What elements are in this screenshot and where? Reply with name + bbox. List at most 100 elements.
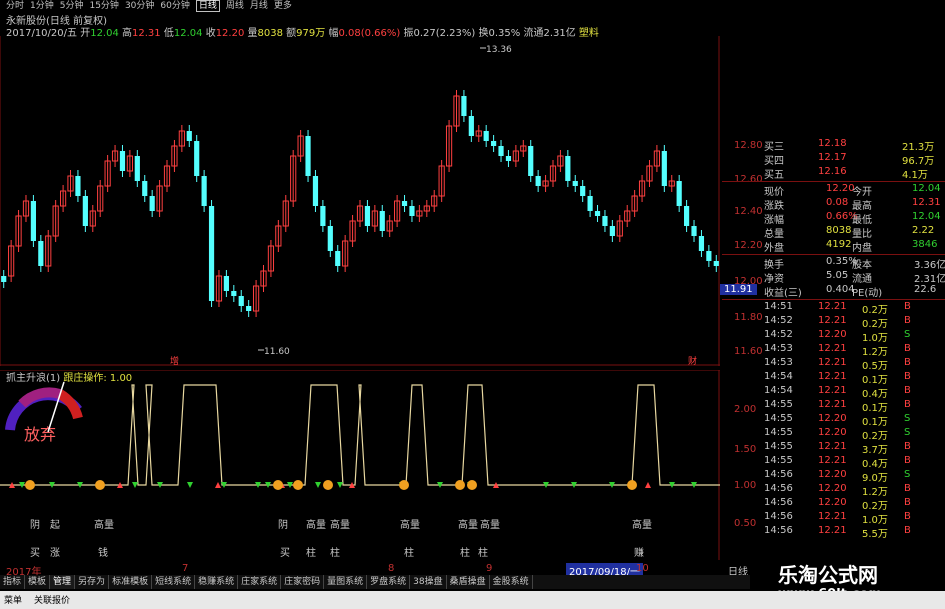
period-tab-9[interactable]: 更多	[274, 0, 292, 12]
candle-body	[684, 206, 690, 226]
tick-price: 12.21	[818, 525, 847, 536]
smiley-icon	[627, 480, 637, 490]
period-tab-2[interactable]: 5分钟	[60, 0, 84, 12]
period-tab-0[interactable]: 分时	[6, 0, 24, 12]
period-tab-4[interactable]: 30分钟	[125, 0, 154, 12]
period-tab-6[interactable]: 日线	[195, 0, 220, 12]
bottom-tab-1[interactable]: 模板	[25, 575, 51, 589]
bottom-tab-10[interactable]: 罗盘系统	[367, 575, 411, 589]
bottom-tab-9[interactable]: 量图系统	[324, 575, 368, 589]
stat-value-2: 2.22	[912, 225, 935, 236]
period-tab-8[interactable]: 月线	[250, 0, 268, 12]
period-tab-7[interactable]: 周线	[226, 0, 244, 12]
status-sub[interactable]: 关联报价	[34, 593, 70, 606]
bottom-tab-2[interactable]: 管理	[50, 575, 76, 589]
bottom-tab-bar: 指标 模板 管理 另存为 标准模板 短线系统 稳赚系统 庄家系统 庄家密码 量图系统 罗盘系统 38操…	[0, 575, 750, 589]
bottom-tab-3[interactable]: 另存为	[75, 575, 110, 589]
stat2-label-2: PE(动)	[852, 288, 883, 299]
tick-price: 12.20	[818, 427, 847, 438]
stat2-label: 换手	[764, 260, 784, 271]
smiley-icon	[323, 480, 333, 490]
candle-body	[483, 131, 489, 141]
bottom-tab-12[interactable]: 桑盾操盘	[447, 575, 490, 589]
anno-5: 高量	[330, 520, 350, 531]
candle-body	[194, 141, 200, 176]
anno-7: 高量	[458, 520, 478, 531]
candle-body	[401, 201, 408, 206]
stat-label-2: 最高	[852, 201, 872, 212]
zeng-marker: 增	[170, 355, 179, 366]
tick-row: 14:56 12.20 9.0万 S	[722, 469, 945, 484]
candle-body	[379, 211, 385, 231]
bottom-label-1: 涨	[50, 548, 60, 559]
status-menu[interactable]: 菜单	[4, 593, 22, 606]
ask-price: 12.18	[818, 138, 847, 149]
bottom-label-5: 柱	[330, 548, 340, 559]
candle-body	[305, 136, 311, 176]
ask-label: 买四	[764, 156, 784, 167]
tick-side: B	[904, 399, 911, 410]
stat-value: 0.08	[826, 197, 849, 208]
tick-price: 12.20	[818, 413, 847, 424]
stat-value-2: 3846	[912, 239, 938, 250]
candle-body	[312, 176, 319, 206]
period-tab-1[interactable]: 1分钟	[30, 0, 54, 12]
bottom-tab-6[interactable]: 稳赚系统	[195, 575, 239, 589]
stat-value: 12.20	[826, 183, 855, 194]
smiley-icon	[467, 480, 477, 490]
month-10: 10	[636, 563, 649, 574]
bottom-tab-13[interactable]: 金股系统	[490, 575, 533, 589]
stat-value-2: 12.04	[912, 211, 941, 222]
candle-body	[491, 141, 497, 146]
candle-body	[364, 206, 371, 226]
signal-arrow-icon	[187, 482, 193, 488]
period-tab-3[interactable]: 15分钟	[89, 0, 118, 12]
month-7: 7	[182, 563, 189, 574]
anno-0: 阴	[30, 520, 40, 531]
bottom-tab-8[interactable]: 庄家密码	[281, 575, 325, 589]
candle-body	[208, 206, 215, 301]
bottom-tab-7[interactable]: 庄家系统	[238, 575, 282, 589]
tick-time: 14:53	[764, 357, 793, 368]
cai-marker: 财	[688, 355, 697, 366]
candle-body	[231, 291, 237, 296]
candle-body	[698, 236, 705, 251]
candle-body	[186, 131, 192, 141]
bottom-tab-0[interactable]: 指标	[0, 575, 26, 589]
candle-body	[134, 156, 140, 181]
stat2-row: 收益(三) 0.404 PE(动) 22.6	[722, 284, 945, 299]
bottom-tab-11[interactable]: 38操盘	[410, 575, 447, 589]
candle-body	[327, 226, 333, 251]
bottom-tab-5[interactable]: 短线系统	[152, 575, 196, 589]
sep-3	[722, 299, 945, 300]
signal-arrow-icon	[645, 482, 651, 488]
candle-body	[320, 206, 326, 226]
tick-row: 14:53 12.21 0.5万 B	[722, 357, 945, 372]
stat-value-2: 12.04	[912, 183, 941, 194]
bottom-label-6: 柱	[404, 548, 414, 559]
tick-time: 14:54	[764, 371, 793, 382]
tick-price: 12.21	[818, 455, 847, 466]
sep-2	[722, 254, 945, 255]
candle-body	[246, 306, 252, 311]
tick-side: B	[904, 315, 911, 326]
sep-1	[722, 181, 945, 182]
tick-time: 14:56	[764, 525, 793, 536]
bottom-label-7: 柱	[460, 548, 470, 559]
bottom-tab-4[interactable]: 标准模板	[109, 575, 153, 589]
candlestick-chart[interactable]: 13.36 11.60 增 财	[0, 36, 720, 366]
anno-2: 高量	[94, 520, 114, 531]
tick-vol: 0.1万	[862, 417, 888, 428]
tick-price: 12.21	[818, 441, 847, 452]
candle-body	[505, 156, 512, 161]
tick-vol: 1.2万	[862, 347, 888, 358]
low-marker-label: 11.60	[264, 347, 290, 357]
high-marker-label: 13.36	[486, 45, 512, 55]
indicator-annotations: 阴 起 高量 阴 高量 高量 高量 高量 高量 高量 买 涨 钱 买 柱 柱 柱…	[0, 516, 720, 560]
stat-label: 现价	[764, 187, 784, 198]
period-tab-5[interactable]: 60分钟	[160, 0, 189, 12]
watermark-cn: 乐淘公式网	[778, 563, 878, 587]
stat2-row: 换手 0.35% 股本 3.36亿	[722, 256, 945, 271]
candle-body	[498, 146, 504, 156]
tick-price: 12.20	[818, 497, 847, 508]
